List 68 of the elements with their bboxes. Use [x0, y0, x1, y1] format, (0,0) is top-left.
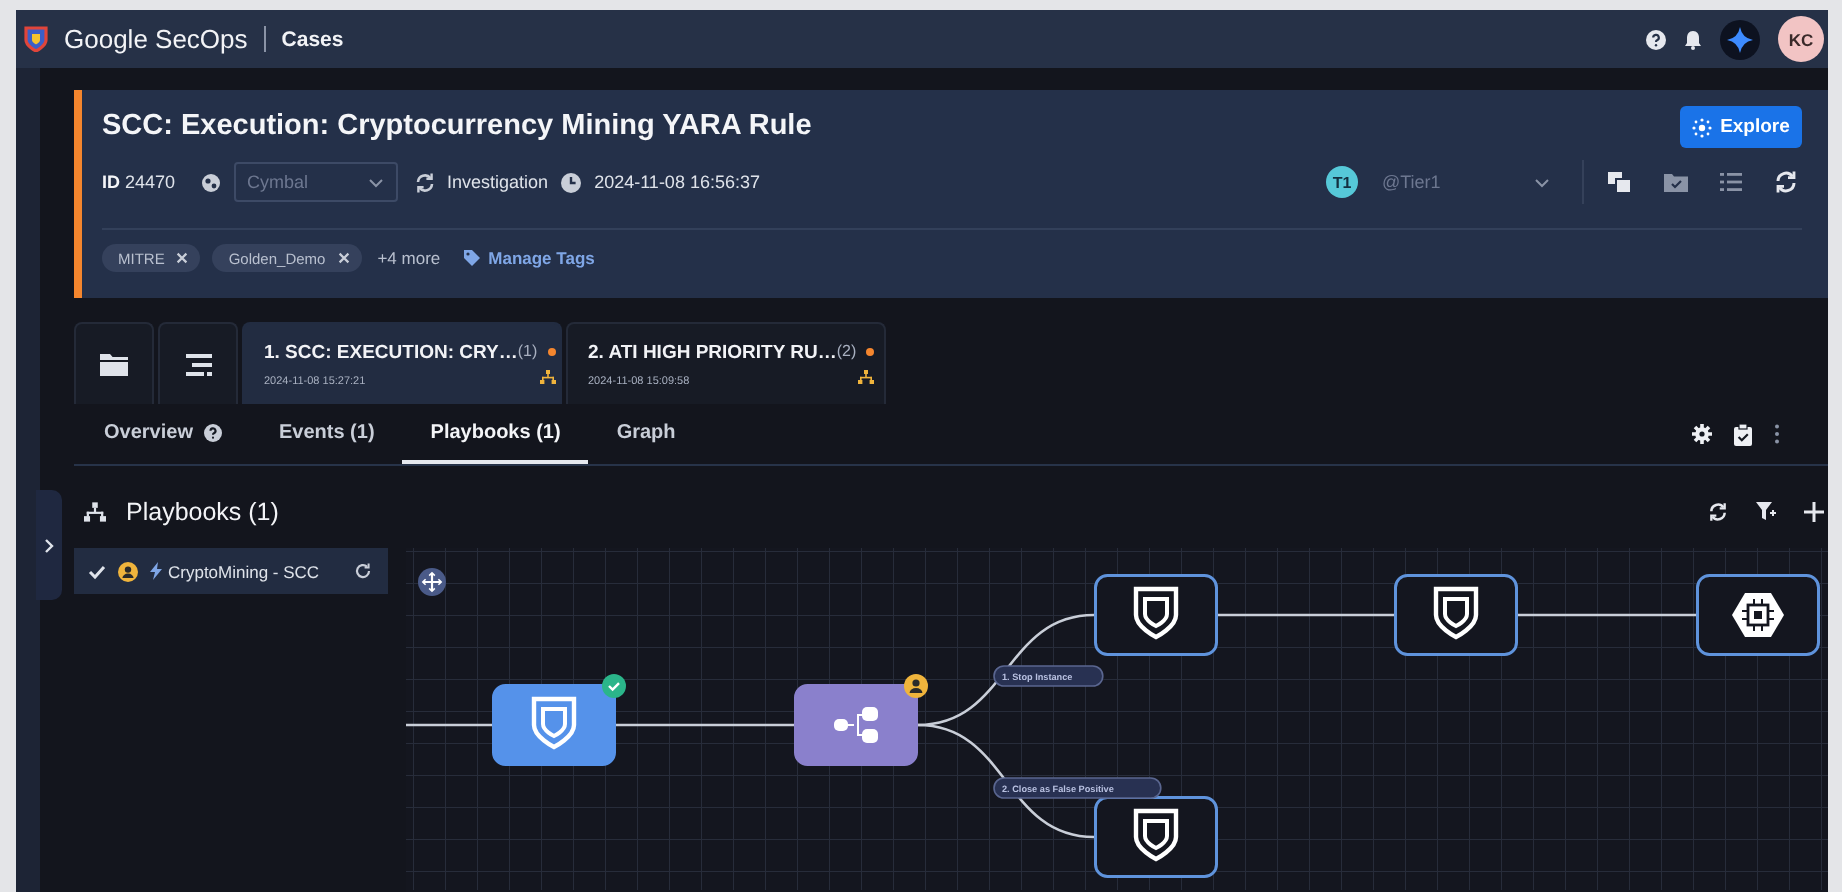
- alert-count: (1): [517, 342, 538, 360]
- sparkle-button-icon[interactable]: [1720, 19, 1760, 59]
- list-icon[interactable]: [1720, 172, 1742, 192]
- clock-icon: [560, 171, 583, 193]
- tab[interactable]: Playbooks (1): [402, 404, 589, 464]
- action-node[interactable]: [1094, 796, 1218, 878]
- sync-icon: [413, 171, 436, 193]
- folder-button[interactable]: [74, 322, 154, 404]
- more-icon[interactable]: [1774, 424, 1780, 444]
- add-icon[interactable]: [1804, 502, 1824, 522]
- chevron-down-icon: [1534, 177, 1550, 187]
- manage-tags-link[interactable]: Manage Tags: [464, 248, 595, 268]
- filter-icon[interactable]: [1756, 502, 1776, 522]
- action-node[interactable]: [492, 684, 616, 766]
- action-node[interactable]: [1094, 574, 1218, 656]
- folder-check-icon[interactable]: [1664, 172, 1688, 192]
- section-title: Playbooks (1): [126, 498, 279, 526]
- tag-icon: [464, 250, 481, 266]
- status-dot-icon: [547, 347, 556, 355]
- chip-icon: [1732, 593, 1784, 637]
- assignee-badge: T1: [1326, 166, 1358, 198]
- help-icon[interactable]: [1646, 29, 1666, 49]
- explore-icon: [1692, 117, 1713, 137]
- hierarchy-icon: [858, 370, 875, 384]
- alert-count: (2): [836, 342, 857, 360]
- refresh-icon[interactable]: [1708, 502, 1728, 522]
- more-tags-link[interactable]: +4 more: [377, 248, 441, 268]
- folder-icon: [100, 352, 128, 376]
- list-lines-icon: [185, 353, 211, 375]
- shield-icon: [1133, 808, 1179, 862]
- bell-icon[interactable]: [1684, 29, 1702, 49]
- gear-icon[interactable]: [1692, 424, 1712, 444]
- condition-node[interactable]: [794, 684, 918, 766]
- section-title: Cases: [281, 27, 344, 51]
- user-badge-icon: [118, 561, 138, 581]
- chevron-right-icon: [44, 537, 54, 553]
- user-avatar[interactable]: KC: [1778, 16, 1824, 62]
- created-time: 2024-11-08 16:56:37: [594, 172, 760, 192]
- shield-icon: [1433, 586, 1479, 640]
- reload-icon[interactable]: [354, 562, 372, 580]
- hierarchy-icon: [539, 370, 556, 384]
- action-node[interactable]: [1394, 574, 1518, 656]
- tab[interactable]: Graph: [588, 404, 704, 464]
- hierarchy-icon: [84, 502, 106, 522]
- connector-line: [406, 723, 492, 727]
- list-button[interactable]: [158, 322, 238, 404]
- status-dot-icon: [866, 347, 875, 355]
- integration-node[interactable]: [1696, 574, 1820, 656]
- shield-icon: [531, 696, 577, 750]
- stage-label: Investigation: [447, 172, 549, 192]
- move-icon[interactable]: [418, 568, 446, 596]
- shield-logo-icon: [24, 26, 48, 52]
- chevron-down-icon: [367, 177, 384, 187]
- case-title: SCC: Execution: Cryptocurrency Mining YARA Rule: [102, 110, 812, 142]
- shield-icon: [1133, 586, 1179, 640]
- close-icon[interactable]: [176, 252, 189, 264]
- branch-icon: [834, 707, 878, 743]
- case-id: ID 24470: [102, 172, 176, 192]
- bolt-icon: [150, 562, 162, 580]
- clipboard-icon[interactable]: [1734, 423, 1752, 445]
- close-icon[interactable]: [337, 252, 350, 264]
- explore-button[interactable]: Explore: [1680, 106, 1802, 148]
- refresh-icon[interactable]: [1774, 170, 1798, 194]
- environment-icon: [199, 171, 222, 193]
- tab[interactable]: Events (1): [250, 404, 403, 464]
- tab[interactable]: Overview: [76, 404, 251, 464]
- playbook-item[interactable]: CryptoMining - SCC: [74, 548, 388, 594]
- product-name: Google SecOps: [64, 24, 248, 54]
